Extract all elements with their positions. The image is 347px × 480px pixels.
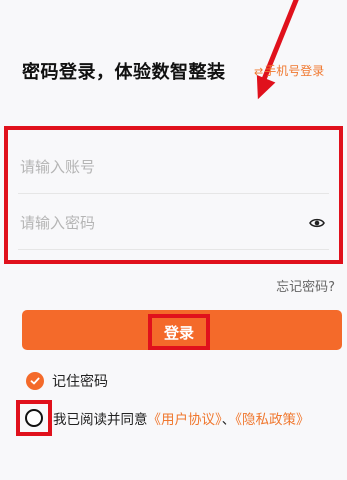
password-field <box>18 196 329 250</box>
privacy-policy-link[interactable]: 《隐私政策》 <box>235 412 309 428</box>
annotation-arrow-head <box>248 75 276 103</box>
agreement-prefix: 我已阅读并同意 <box>53 412 148 428</box>
annotation-highlight-radio <box>16 400 52 436</box>
login-page: 密码登录，体验数智整装 ⇄手机号登录 忘记密码? 登录 记住密码 我 <box>0 0 347 480</box>
eye-icon[interactable] <box>309 215 325 231</box>
checkmark-icon[interactable] <box>26 372 44 390</box>
account-field <box>18 140 329 194</box>
swap-arrows-icon: ⇄ <box>254 65 264 78</box>
remember-password-option[interactable]: 记住密码 <box>26 371 108 391</box>
remember-password-label: 记住密码 <box>52 374 108 390</box>
agreement-separator: 、 <box>221 412 236 428</box>
user-agreement-link[interactable]: 《用户协议》 <box>148 412 222 428</box>
agreement-text: 我已阅读并同意《用户协议》、《隐私政策》 <box>53 408 310 428</box>
page-title: 密码登录，体验数智整装 <box>22 62 226 83</box>
switch-to-phone-login-link[interactable]: ⇄手机号登录 <box>254 62 324 79</box>
account-input[interactable] <box>18 140 329 193</box>
switch-link-label: 手机号登录 <box>264 64 325 78</box>
agreement-option: 我已阅读并同意《用户协议》、《隐私政策》 <box>16 400 310 436</box>
login-button-label[interactable]: 登录 <box>148 314 210 350</box>
agreement-radio[interactable] <box>25 409 43 427</box>
forgot-password-link[interactable]: 忘记密码? <box>276 276 335 295</box>
password-input[interactable] <box>18 196 329 249</box>
